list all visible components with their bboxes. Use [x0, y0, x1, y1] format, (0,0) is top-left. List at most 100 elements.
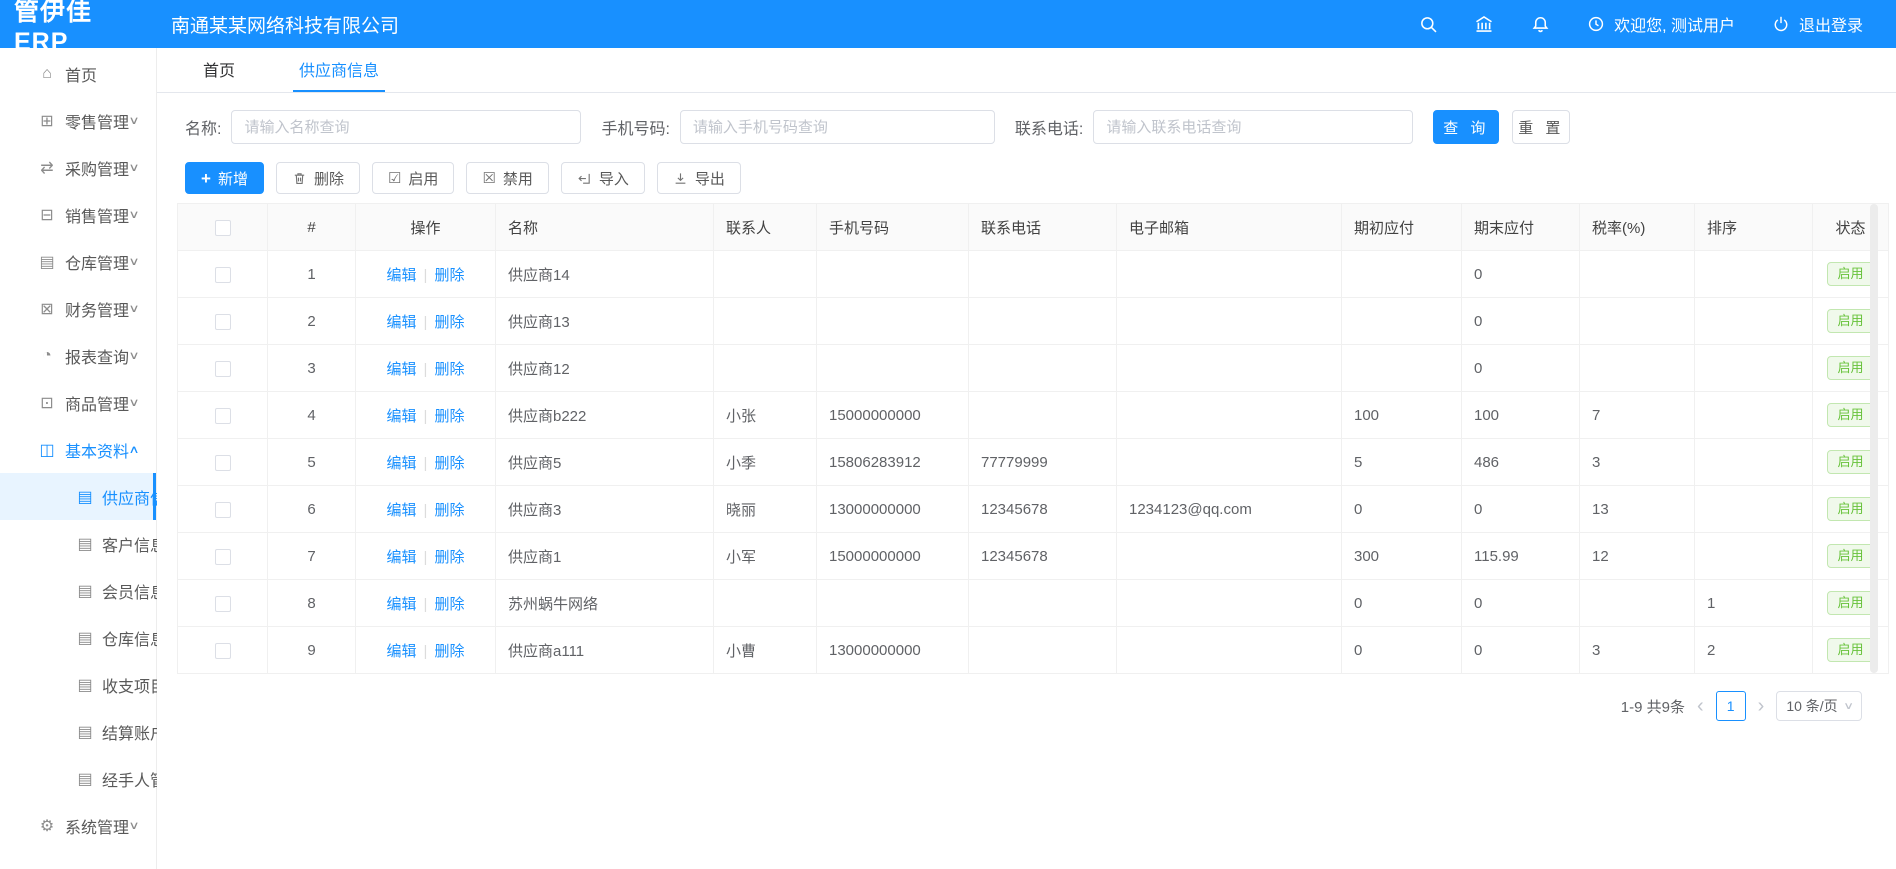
cell-name: 供应商14: [496, 251, 714, 298]
edit-link[interactable]: 编辑: [387, 596, 417, 613]
sidebar-item-finance[interactable]: ⊠ 财务管理 ∨: [0, 285, 156, 332]
delete-button[interactable]: 删除: [276, 162, 360, 194]
page-size-select[interactable]: 10 条/页 ∨: [1776, 691, 1862, 721]
sidebar-item-income-expense[interactable]: ▤ 收支项目: [0, 661, 156, 708]
cell-sort: [1695, 298, 1813, 345]
edit-link[interactable]: 编辑: [387, 502, 417, 519]
name-search-input[interactable]: [231, 110, 581, 144]
add-button[interactable]: + 新增: [185, 162, 264, 194]
select-all-checkbox[interactable]: [215, 220, 231, 236]
cell-opening-payable: 100: [1342, 392, 1462, 439]
sidebar-item-system[interactable]: ⚙ 系统管理 ∨: [0, 802, 156, 849]
cell-name: 苏州蜗牛网络: [496, 580, 714, 627]
sidebar-item-sales[interactable]: ⊟ 销售管理 ∨: [0, 191, 156, 238]
edit-link[interactable]: 编辑: [387, 643, 417, 660]
row-index: 7: [268, 533, 356, 580]
sidebar-item-home[interactable]: ⌂ 首页: [0, 50, 156, 97]
row-checkbox[interactable]: [215, 596, 231, 612]
edit-link[interactable]: 编辑: [387, 361, 417, 378]
document-icon: ▤: [76, 487, 94, 507]
status-badge: 启用: [1827, 309, 1873, 333]
table-header-row: # 操作 名称 联系人 手机号码 联系电话 电子邮箱 期初应付 期末应付 税率(…: [178, 204, 1889, 251]
search-icon[interactable]: [1418, 14, 1438, 34]
bell-icon[interactable]: [1530, 14, 1550, 34]
disable-button[interactable]: ☒ 禁用: [466, 162, 548, 194]
delete-link[interactable]: 删除: [434, 408, 464, 425]
home-icon: ⌂: [38, 65, 56, 83]
mobile-search-input[interactable]: [680, 110, 995, 144]
col-contact: 联系人: [714, 204, 817, 251]
welcome-user[interactable]: 欢迎您, 测试用户: [1586, 12, 1735, 36]
import-button[interactable]: 导入: [561, 162, 645, 194]
row-checkbox[interactable]: [215, 361, 231, 377]
enable-button[interactable]: ☑ 启用: [372, 162, 454, 194]
edit-link[interactable]: 编辑: [387, 408, 417, 425]
edit-link[interactable]: 编辑: [387, 549, 417, 566]
sidebar-item-member-info[interactable]: ▤ 会员信息: [0, 567, 156, 614]
delete-link[interactable]: 删除: [434, 596, 464, 613]
sidebar-item-handler-management[interactable]: ▤ 经手人管理: [0, 755, 156, 802]
next-page-icon[interactable]: ›: [1756, 696, 1767, 716]
row-index: 9: [268, 627, 356, 674]
edit-link[interactable]: 编辑: [387, 267, 417, 284]
status-badge: 启用: [1827, 544, 1873, 568]
table-row: 9 编辑|删除 供应商a111 小曹 13000000000 0 0 3 2: [178, 627, 1889, 674]
chevron-down-icon: ∨: [128, 349, 139, 362]
row-checkbox[interactable]: [215, 267, 231, 283]
cell-tel: [969, 627, 1117, 674]
sidebar-item-settlement-account[interactable]: ▤ 结算账户: [0, 708, 156, 755]
cell-closing-payable: 0: [1462, 627, 1580, 674]
sidebar-item-reports[interactable]: ◔ 报表查询 ∨: [0, 332, 156, 379]
sidebar-item-warehouse[interactable]: ▤ 仓库管理 ∨: [0, 238, 156, 285]
cell-mobile: 15806283912: [817, 439, 969, 486]
export-button[interactable]: 导出: [657, 162, 741, 194]
sidebar-item-supplier-info[interactable]: ▤ 供应商信息: [0, 473, 156, 520]
cell-email: [1117, 580, 1342, 627]
reset-button[interactable]: 重 置: [1512, 110, 1570, 144]
sidebar-item-warehouse-info[interactable]: ▤ 仓库信息: [0, 614, 156, 661]
sidebar-item-customer-info[interactable]: ▤ 客户信息: [0, 520, 156, 567]
delete-link[interactable]: 删除: [434, 502, 464, 519]
table-row: 2 编辑|删除 供应商13 0 启用: [178, 298, 1889, 345]
row-checkbox[interactable]: [215, 643, 231, 659]
divider: |: [424, 643, 428, 660]
search-button[interactable]: 查 询: [1433, 110, 1499, 144]
row-actions: 编辑 | 删除: [356, 627, 496, 674]
edit-link[interactable]: 编辑: [387, 314, 417, 331]
tab-supplier-info[interactable]: 供应商信息: [293, 48, 385, 92]
tel-search-input[interactable]: [1093, 110, 1413, 144]
row-index: 1: [268, 251, 356, 298]
tab-home[interactable]: 首页: [197, 48, 241, 92]
row-checkbox[interactable]: [215, 408, 231, 424]
delete-link[interactable]: 删除: [434, 643, 464, 660]
logout-button[interactable]: 退出登录: [1771, 12, 1863, 36]
cell-opening-payable: 0: [1342, 580, 1462, 627]
delete-link[interactable]: 删除: [434, 549, 464, 566]
cell-sort: [1695, 439, 1813, 486]
cell-mobile: 15000000000: [817, 392, 969, 439]
edit-link[interactable]: 编辑: [387, 455, 417, 472]
cell-email: [1117, 298, 1342, 345]
table-scrollbar[interactable]: [1870, 204, 1878, 673]
sidebar-item-retail[interactable]: ⊞ 零售管理 ∨: [0, 97, 156, 144]
bag-icon: ⊡: [38, 393, 56, 413]
row-checkbox[interactable]: [215, 314, 231, 330]
delete-link[interactable]: 删除: [434, 267, 464, 284]
row-checkbox[interactable]: [215, 502, 231, 518]
sidebar-item-goods[interactable]: ⊡ 商品管理 ∨: [0, 379, 156, 426]
chevron-down-icon: ∨: [1843, 701, 1854, 712]
delete-link[interactable]: 删除: [434, 455, 464, 472]
table-row: 6 编辑|删除 供应商3 晓丽 13000000000 12345678 123…: [178, 486, 1889, 533]
delete-link[interactable]: 删除: [434, 361, 464, 378]
delete-link[interactable]: 删除: [434, 314, 464, 331]
row-checkbox[interactable]: [215, 455, 231, 471]
pagination-total: 1-9 共9条: [1621, 696, 1685, 717]
sidebar-item-basic-data[interactable]: ◫ 基本资料 ∧: [0, 426, 156, 473]
prev-page-icon[interactable]: ‹: [1695, 696, 1706, 716]
bank-icon[interactable]: [1474, 14, 1494, 34]
row-index: 8: [268, 580, 356, 627]
row-checkbox[interactable]: [215, 549, 231, 565]
sidebar-item-purchase[interactable]: ⇄ 采购管理 ∨: [0, 144, 156, 191]
divider: |: [424, 455, 428, 472]
page-number[interactable]: 1: [1716, 691, 1746, 721]
